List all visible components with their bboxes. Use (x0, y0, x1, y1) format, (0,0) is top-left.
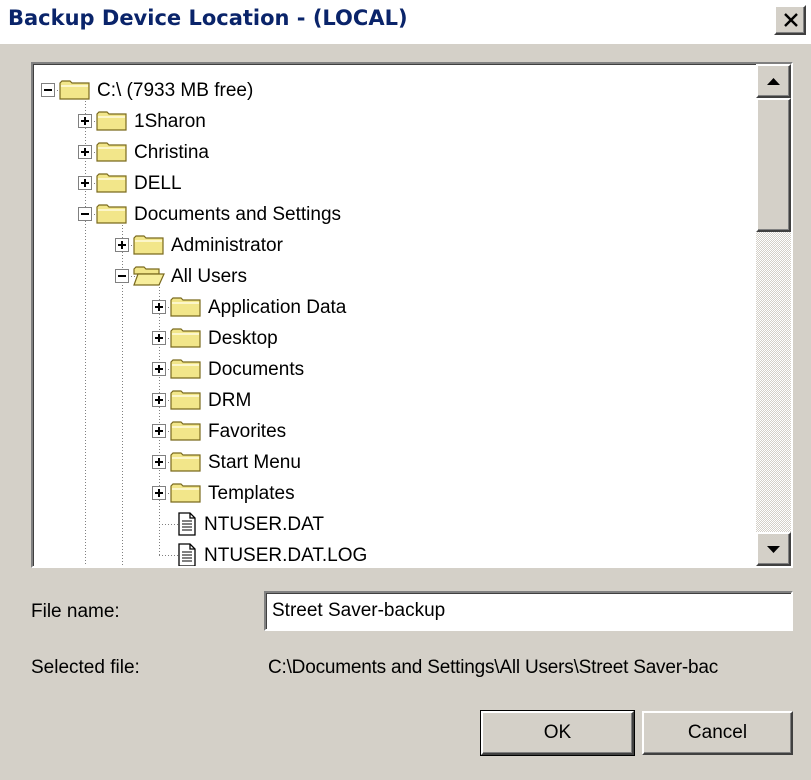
tree-scrollbar[interactable] (756, 64, 791, 566)
selected-file-label: Selected file: (31, 657, 140, 678)
tree-item-label: Administrator (171, 234, 283, 256)
tree-item-label: 1Sharon (134, 110, 206, 132)
folder-tree[interactable]: C:\ (7933 MB free) 1Sharon Christina DELL Do… (31, 62, 793, 568)
tree-item[interactable]: C:\ (7933 MB free) (41, 75, 253, 106)
tree-item[interactable]: Documents (152, 354, 304, 385)
collapse-icon[interactable] (115, 269, 129, 283)
tree-item-label: Documents and Settings (134, 203, 342, 225)
file-icon (176, 543, 198, 566)
tree-item[interactable]: DRM (152, 385, 251, 416)
tree-item[interactable]: Templates (152, 478, 295, 509)
folder-icon (133, 235, 164, 255)
expand-icon[interactable] (78, 145, 92, 159)
tree-item[interactable]: NTUSER.DAT.LOG (152, 540, 368, 566)
file-name-label: File name: (31, 601, 120, 622)
tree-item-label: Desktop (208, 327, 278, 349)
tree-item-label: DRM (208, 389, 252, 411)
folder-icon (96, 142, 127, 162)
expand-icon[interactable] (152, 486, 166, 500)
ok-button[interactable]: OK (480, 710, 635, 756)
tree-item-label: NTUSER.DAT.LOG (204, 544, 368, 566)
tree-item[interactable]: Favorites (152, 416, 286, 447)
tree-item-label: Documents (208, 358, 305, 380)
cancel-button[interactable]: Cancel (642, 711, 793, 755)
expand-icon[interactable] (152, 300, 166, 314)
expand-icon[interactable] (152, 393, 166, 407)
scroll-up-button[interactable] (756, 64, 791, 98)
expand-icon[interactable] (152, 331, 166, 345)
tree-area: C:\ (7933 MB free) 1Sharon Christina DELL Do… (33, 64, 759, 566)
expand-icon[interactable] (115, 238, 129, 252)
tree-item-label: Start Menu (208, 451, 301, 473)
close-button[interactable] (774, 5, 806, 35)
tree-item-label: Christina (134, 141, 209, 163)
tree-item-label: DELL (134, 172, 182, 194)
arrow-down-icon (767, 546, 780, 553)
folder-icon (96, 111, 127, 131)
expand-icon[interactable] (78, 114, 92, 128)
folder-icon (170, 421, 201, 441)
tree-item[interactable]: Desktop (152, 323, 278, 354)
window-title: Backup Device Location - (LOCAL) (8, 6, 408, 30)
title-bar: Backup Device Location - (LOCAL) (0, 0, 811, 44)
tree-item[interactable]: Christina (78, 137, 209, 168)
tree-item[interactable]: Start Menu (152, 447, 301, 478)
tree-item-label: Favorites (208, 420, 287, 442)
tree-item-label: Templates (208, 482, 295, 504)
close-icon (784, 13, 798, 27)
folder-icon (170, 297, 201, 317)
file-name-input[interactable] (264, 591, 793, 631)
file-icon (176, 512, 198, 536)
expand-icon[interactable] (78, 176, 92, 190)
folder-icon (170, 359, 201, 379)
tree-item-label: Application Data (208, 296, 347, 318)
tree-item-label: All Users (171, 265, 248, 287)
tree-item[interactable]: All Users (115, 261, 247, 292)
selected-file-value: C:\Documents and Settings\All Users\Stre… (268, 657, 719, 678)
tree-item[interactable]: Administrator (115, 230, 283, 261)
expand-icon[interactable] (152, 455, 166, 469)
folder-icon (170, 390, 201, 410)
arrow-up-icon (767, 78, 780, 85)
folder-open-icon (133, 266, 165, 286)
folder-icon (59, 80, 90, 100)
tree-item[interactable]: Application Data (152, 292, 346, 323)
scroll-down-button[interactable] (756, 532, 791, 566)
folder-icon (170, 483, 201, 503)
tree-item[interactable]: NTUSER.DAT (152, 509, 324, 540)
expand-icon[interactable] (152, 362, 166, 376)
tree-item-label: C:\ (7933 MB free) (97, 79, 254, 101)
folder-icon (170, 452, 201, 472)
folder-icon (170, 328, 201, 348)
expand-icon[interactable] (152, 424, 166, 438)
tree-item[interactable]: 1Sharon (78, 106, 206, 137)
tree-item-label: NTUSER.DAT (204, 513, 324, 535)
tree-item[interactable]: Documents and Settings (78, 199, 341, 230)
folder-icon (96, 204, 127, 224)
folder-icon (96, 173, 127, 193)
tree-item[interactable]: DELL (78, 168, 182, 199)
collapse-icon[interactable] (78, 207, 92, 221)
collapse-icon[interactable] (41, 83, 55, 97)
scroll-thumb[interactable] (756, 98, 791, 232)
